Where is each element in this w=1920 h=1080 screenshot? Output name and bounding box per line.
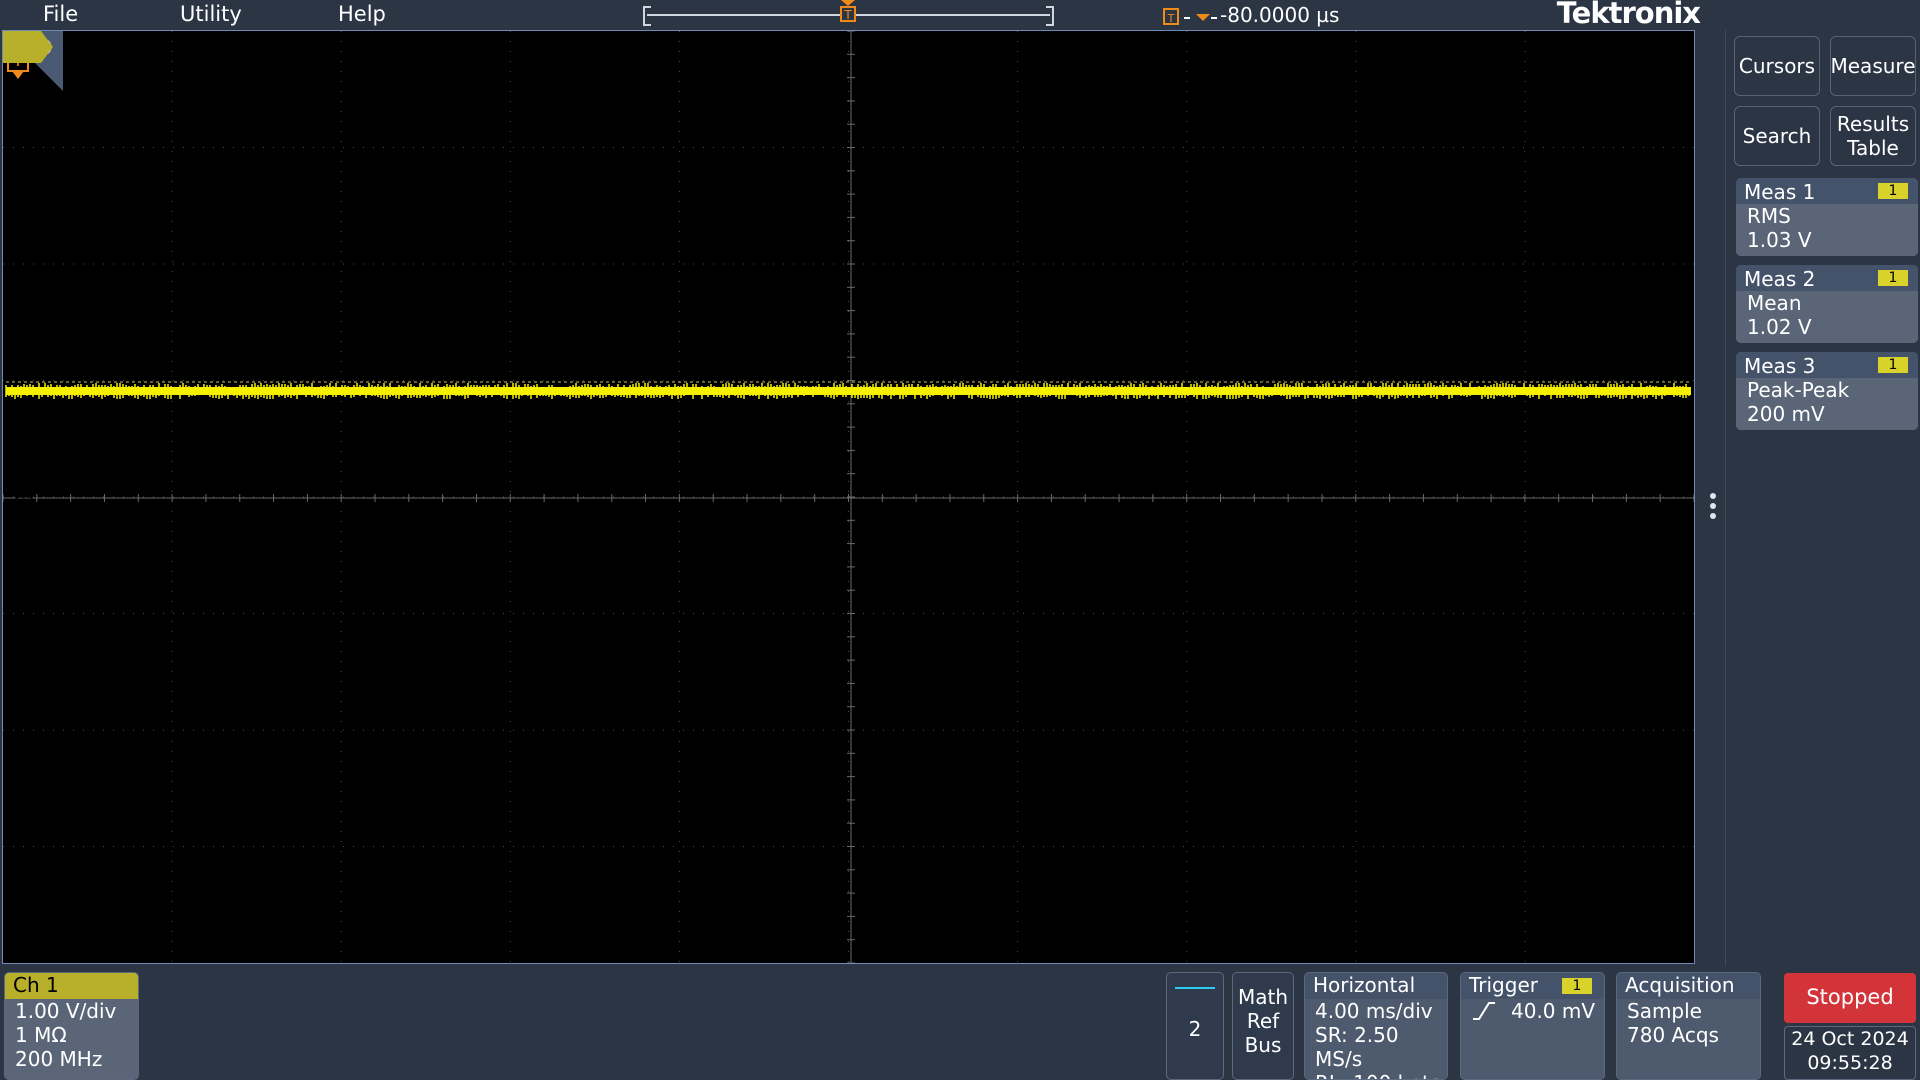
- results-table-button[interactable]: Results Table: [1830, 106, 1916, 166]
- meas1-source: 1: [1878, 183, 1908, 199]
- record-length: RL: 100 kpts: [1315, 1071, 1447, 1079]
- svg-text:T: T: [843, 8, 852, 22]
- meas2-badge[interactable]: Meas 2 1 Mean 1.02 V: [1736, 265, 1918, 343]
- trigger-delay-icon: T: [1163, 7, 1217, 25]
- meas3-type: Peak-Peak: [1747, 378, 1850, 402]
- add-channel2-button[interactable]: 2: [1166, 972, 1224, 1080]
- channel1-termination: 1 MΩ: [15, 1023, 67, 1047]
- waveform-display[interactable]: T C1: [2, 30, 1695, 964]
- channel2-color-swatch: [1175, 987, 1215, 989]
- channel1-scale: 1.00 V/div: [15, 999, 117, 1023]
- record-view-bar[interactable]: T: [643, 0, 1054, 26]
- horizontal-title: Horizontal: [1305, 973, 1447, 999]
- channel2-label: 2: [1188, 1017, 1202, 1041]
- date-time-display[interactable]: 24 Oct 2024 09:55:28: [1784, 1026, 1916, 1080]
- acquisition-badge[interactable]: Acquisition Sample 780 Acqs: [1616, 972, 1761, 1080]
- sample-rate: SR: 2.50 MS/s: [1315, 1023, 1399, 1071]
- ref-label: Ref: [1246, 1009, 1280, 1033]
- meas2-type: Mean: [1747, 291, 1802, 315]
- svg-text:T: T: [1167, 12, 1175, 25]
- time-text: 09:55:28: [1807, 1052, 1893, 1074]
- meas2-value: 1.02 V: [1747, 315, 1812, 339]
- meas2-title: Meas 2: [1744, 267, 1816, 291]
- trigger-position-readout[interactable]: T -80.0000 µs: [1163, 0, 1339, 30]
- horizontal-scale: 4.00 ms/div: [1315, 999, 1433, 1023]
- trigger-level-arrow-icon[interactable]: [3, 31, 31, 57]
- search-button[interactable]: Search: [1734, 106, 1820, 166]
- math-label: Math: [1237, 985, 1289, 1009]
- record-trigger-marker-icon[interactable]: T: [839, 0, 857, 24]
- trigger-level: 40.0 mV: [1511, 999, 1596, 1023]
- channel1-badge[interactable]: Ch 1 1.00 V/div 1 MΩ 200 MHz: [4, 972, 139, 1080]
- channel1-marker-label: C1: [13, 493, 38, 514]
- run-stop-status-button[interactable]: Stopped: [1784, 973, 1916, 1023]
- channel1-title: Ch 1: [5, 973, 138, 999]
- menu-file[interactable]: File: [43, 0, 78, 30]
- trigger-badge[interactable]: Trigger 1 40.0 mV: [1460, 972, 1605, 1080]
- menu-utility[interactable]: Utility: [180, 0, 242, 30]
- graticule: [3, 31, 1694, 963]
- channel1-bandwidth: 200 MHz: [15, 1047, 103, 1071]
- meas3-badge[interactable]: Meas 3 1 Peak-Peak 200 mV: [1736, 352, 1918, 430]
- record-bracket-right: [1046, 6, 1054, 26]
- trigger-source: 1: [1562, 978, 1592, 994]
- acquisition-title: Acquisition: [1617, 973, 1760, 999]
- right-panel: Cursors Measure Search Results Table Mea…: [1725, 30, 1920, 966]
- meas1-value: 1.03 V: [1747, 228, 1812, 252]
- trigger-title: Trigger: [1469, 973, 1538, 997]
- add-math-ref-bus-button[interactable]: Math Ref Bus: [1232, 972, 1294, 1080]
- acquisition-mode: Sample: [1627, 999, 1702, 1023]
- more-options-icon[interactable]: [1705, 490, 1721, 530]
- cursors-button[interactable]: Cursors: [1734, 36, 1820, 96]
- acquisition-count: 780 Acqs: [1627, 1023, 1719, 1047]
- meas1-title: Meas 1: [1744, 180, 1816, 204]
- meas1-type: RMS: [1747, 204, 1791, 228]
- meas3-source: 1: [1878, 357, 1908, 373]
- results-table-line1: Results: [1836, 112, 1910, 136]
- results-table-line2: Table: [1847, 136, 1899, 160]
- record-bracket-left: [643, 6, 651, 26]
- bus-label: Bus: [1244, 1033, 1282, 1057]
- menu-bar: File Utility Help T T -80.0000 µs Tektro…: [0, 0, 1728, 30]
- rising-edge-icon: [1473, 1002, 1495, 1020]
- meas3-title: Meas 3: [1744, 354, 1816, 378]
- brand-logo: Tektronix: [1556, 0, 1701, 30]
- settings-bar: Ch 1 1.00 V/div 1 MΩ 200 MHz 2 Math Ref …: [0, 966, 1920, 1080]
- measure-button[interactable]: Measure: [1830, 36, 1916, 96]
- trigger-position-value: -80.0000 µs: [1220, 3, 1340, 27]
- meas3-value: 200 mV: [1747, 402, 1825, 426]
- date-text: 24 Oct 2024: [1791, 1028, 1909, 1050]
- meas1-badge[interactable]: Meas 1 1 RMS 1.03 V: [1736, 178, 1918, 256]
- menu-help[interactable]: Help: [338, 0, 386, 30]
- meas2-source: 1: [1878, 270, 1908, 286]
- horizontal-badge[interactable]: Horizontal 4.00 ms/div SR: 2.50 MS/s RL:…: [1304, 972, 1448, 1080]
